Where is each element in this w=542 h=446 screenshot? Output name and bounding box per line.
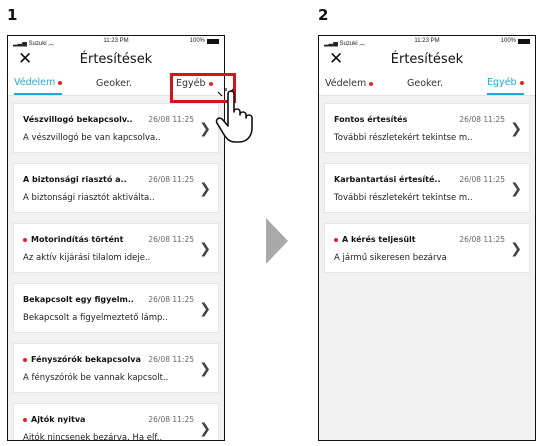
phone-screen-2: ▂▃▅ Suzuki ︵ 11:23 PM 100% ✕ Értesítések… [318,35,536,441]
notification-card[interactable]: Bekapcsolt egy figyelm.. 26/08 11:25 Bek… [13,283,219,333]
notification-list: Fontos értesítés 26/08 11:25 További rés… [319,96,535,273]
chevron-right-icon: ❯ [510,241,522,257]
chevron-right-icon: ❯ [199,421,211,437]
hand-pointer-icon [215,88,253,143]
notification-title: Ajtók nyitva [23,415,85,424]
tab-geoker[interactable]: Geoker. [96,72,132,95]
notification-body: Az aktív kijárási tilalom ideje.. [23,253,151,263]
status-bar: ▂▃▅ Suzuki ︵ 11:23 PM 100% [319,36,535,48]
tab-vedelem[interactable]: Védelem [14,72,63,95]
status-bar: ▂▃▅ Suzuki ︵ 11:23 PM 100% [8,36,224,48]
notification-title: Fényszórók bekapcsolva [23,355,141,364]
notification-card[interactable]: Motorindítás történt 26/08 11:25 Az aktí… [13,223,219,273]
notification-body: Bekapcsolt a figyelmeztető lámp.. [23,313,168,323]
unread-dot [519,80,524,85]
notification-date: 26/08 11:25 [148,295,194,304]
unread-dot [23,417,27,422]
notification-date: 26/08 11:25 [148,115,194,124]
notification-title: Vészvillogó bekapcsolv.. [23,115,133,124]
notification-date: 26/08 11:25 [148,415,194,424]
notification-title: Fontos értesítés [334,115,408,124]
unread-dot [23,237,27,242]
chevron-right-icon: ❯ [199,121,211,137]
battery-indicator: 100% [190,38,219,44]
chevron-right-icon: ❯ [510,181,522,197]
notification-date: 26/08 11:25 [148,235,194,244]
notification-body: További részletekért tekintse m.. [334,193,473,203]
notification-title: Motorindítás történt [23,235,123,244]
tab-vedelem[interactable]: Védelem [325,72,374,95]
notification-card[interactable]: Ajtók nyitva 26/08 11:25 Ajtók nincsenek… [13,403,219,441]
notification-title: A kérés teljesült [334,235,416,244]
chevron-right-icon: ❯ [199,241,211,257]
notification-body: Ajtók nincsenek bezárva. Ha elf.. [23,433,163,441]
chevron-right-icon: ❯ [199,301,211,317]
app-header: ✕ Értesítések [319,48,535,72]
notification-card[interactable]: Fontos értesítés 26/08 11:25 További rés… [324,103,530,153]
page-title: Értesítések [390,52,464,67]
chevron-right-icon: ❯ [510,121,522,137]
notification-title: A biztonsági riasztó a.. [23,175,127,184]
notification-title: Bekapcsolt egy figyelm.. [23,295,134,304]
notification-card[interactable]: Vészvillogó bekapcsolv.. 26/08 11:25 A v… [13,103,219,153]
notification-card[interactable]: A kérés teljesült 26/08 11:25 A jármű si… [324,223,530,273]
notification-date: 26/08 11:25 [148,175,194,184]
notification-date: 26/08 11:25 [148,355,194,364]
notification-body: További részletekért tekintse m.. [334,133,473,143]
notification-title: Karbantartási értesíté.. [334,175,441,184]
battery-icon [207,38,219,44]
app-header: ✕ Értesítések [8,48,224,72]
notification-card[interactable]: Karbantartási értesíté.. 26/08 11:25 Tov… [324,163,530,213]
notification-body: A vészvillogó be van kapcsolva.. [23,133,161,143]
battery-icon [518,38,530,44]
step-arrow-icon [266,218,288,264]
chevron-right-icon: ❯ [199,181,211,197]
notification-date: 26/08 11:25 [459,235,505,244]
notification-date: 26/08 11:25 [459,175,505,184]
unread-dot [334,237,338,242]
unread-dot [23,357,27,362]
notification-body: A biztonsági riasztót aktiválta.. [23,193,155,203]
tab-geoker[interactable]: Geoker. [407,72,443,95]
battery-indicator: 100% [501,38,530,44]
unread-dot [369,81,374,86]
notification-card[interactable]: Fényszórók bekapcsolva 26/08 11:25 A fén… [13,343,219,393]
tab-egyeb[interactable]: Egyéb [487,72,524,95]
step-label-2: 2 [318,6,329,24]
notification-body: A fényszórók be vannak kapcsolt.. [23,373,169,383]
page-title: Értesítések [79,52,153,67]
unread-dot [58,80,63,85]
notification-list: Vészvillogó bekapcsolv.. 26/08 11:25 A v… [8,96,224,441]
notification-date: 26/08 11:25 [459,115,505,124]
notification-body: A jármű sikeresen bezárva [334,253,447,263]
step-label-1: 1 [7,6,18,24]
tab-bar: Védelem Geoker. Egyéb [319,72,535,96]
notification-card[interactable]: A biztonsági riasztó a.. 26/08 11:25 A b… [13,163,219,213]
chevron-right-icon: ❯ [199,361,211,377]
